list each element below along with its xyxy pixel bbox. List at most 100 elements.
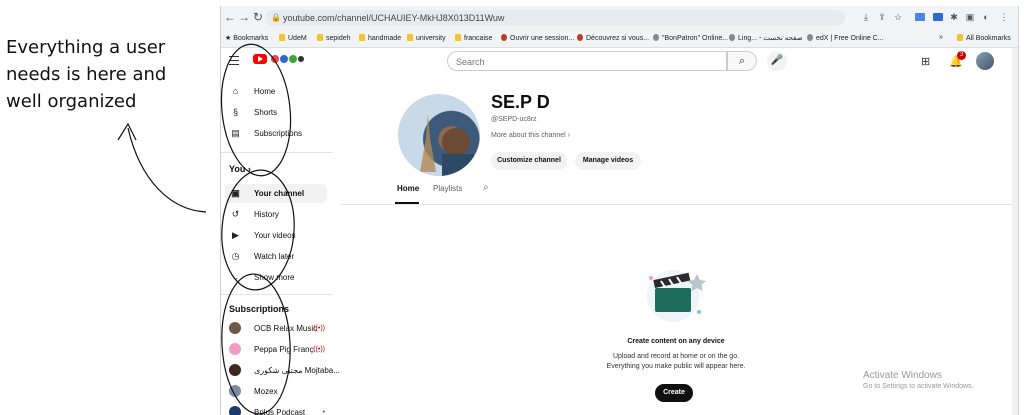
more-about-channel-link[interactable]: More about this channel › (491, 132, 570, 139)
puzzle-icon[interactable]: ✱ (949, 11, 959, 23)
search-icon: ⌕ (738, 55, 746, 67)
doodle-icon[interactable] (269, 53, 307, 65)
menu-dots-icon[interactable]: ⋮ (999, 11, 1009, 23)
star-icon[interactable]: ☆ (893, 11, 903, 23)
new-content-dot-icon: • (322, 409, 325, 415)
home-icon: ⌂ (232, 86, 239, 96)
shorts-icon: § (232, 107, 238, 117)
sidebar-item-watch-later[interactable]: ◷ Watch later (225, 247, 327, 266)
browser-toolbar: ← → ↻ 🔒 youtube.com/channel/UCHAUIEY-MkH… (221, 6, 1018, 30)
subscription-item[interactable]: Mozex (225, 382, 327, 401)
activate-windows-watermark: Activate Windows Go to Settings to activ… (863, 370, 974, 390)
bookmark-item[interactable]: francaise (455, 34, 492, 42)
maple-leaf-icon (577, 34, 583, 41)
avatar (229, 343, 241, 355)
sidebar-item-your-videos[interactable]: ▶ Your videos (225, 226, 327, 245)
tab-playlists[interactable]: Playlists (433, 184, 462, 193)
bookmark-label: All Bookmarks (966, 35, 1011, 42)
bookmark-item[interactable]: "BonPatron" Online... (653, 34, 728, 42)
subscription-item[interactable]: مجتبی شکوری Mojtaba... (225, 361, 340, 380)
reload-icon[interactable]: ↻ (251, 10, 265, 24)
bookmark-label: handmade (368, 35, 402, 42)
bookmark-item[interactable]: sepideh (317, 34, 351, 42)
lock-icon: 🔒 (271, 13, 281, 22)
extension-icon[interactable] (915, 13, 925, 21)
download-icon[interactable]: ⤓ (861, 11, 871, 23)
bookmark-item[interactable]: Ling... - صفحه نخست (729, 34, 803, 42)
sidebar-item-label: Show more (254, 273, 295, 282)
search-icon[interactable]: ⌕ (483, 182, 489, 193)
hamburger-menu-icon[interactable] (229, 56, 239, 68)
sidebar-item-label: Your channel (254, 189, 305, 198)
address-bar[interactable]: 🔒 youtube.com/channel/UCHAUIEY-MkHJ8X013… (265, 10, 845, 26)
create-video-icon[interactable]: ⊞ (921, 55, 930, 68)
avatar (229, 322, 241, 334)
channel-avatar[interactable] (398, 94, 480, 176)
you-section-title[interactable]: You › (229, 164, 251, 174)
target-icon (653, 34, 659, 41)
bookmark-label: Ling... - صفحه نخست (738, 35, 803, 42)
history-icon: ↺ (231, 209, 240, 219)
subscription-item[interactable]: OCB Relax Music ((•)) (225, 319, 327, 338)
share-icon[interactable]: ⇪ (877, 11, 887, 23)
bookmark-label: sepideh (326, 35, 351, 42)
profile-icon[interactable]: ◐ (981, 11, 991, 23)
sidebar-item-label: History (254, 210, 279, 219)
back-icon[interactable]: ← (223, 10, 237, 24)
sidebar-item-home[interactable]: ⌂ Home (225, 82, 327, 101)
section-label: You (229, 164, 246, 174)
sidebar-item-label: Watch later (254, 252, 295, 261)
bookmark-label: Ouvrir une session... (510, 35, 575, 42)
extension-icon[interactable] (933, 13, 943, 21)
divider (341, 204, 1018, 205)
chevron-double-icon[interactable]: » (939, 34, 943, 41)
sidebar-item-subscriptions[interactable]: ▤ Subscriptions (225, 124, 327, 143)
bookmark-item[interactable]: Découvrez si vous... (577, 34, 649, 42)
link-label: More about this channel (491, 132, 566, 139)
folder-icon (407, 34, 413, 41)
bookmark-label: francaise (464, 35, 493, 42)
sidebar-item-your-channel[interactable]: ▣ Your channel (225, 184, 327, 203)
sidebar-item-label: Subscriptions (254, 129, 303, 138)
bookmark-item[interactable]: Ouvrir une session... (501, 34, 574, 42)
youtube-logo-icon[interactable] (253, 54, 267, 64)
bookmark-item[interactable]: UdeM (279, 34, 307, 42)
bookmark-label: edX | Free Online C... (816, 35, 884, 42)
bookmark-item[interactable]: ★ Bookmarks (225, 34, 268, 42)
bookmark-item[interactable]: university (407, 34, 446, 42)
chevron-right-icon: › (567, 132, 571, 139)
bookmark-label: Découvrez si vous... (586, 35, 650, 42)
watermark-title: Activate Windows (863, 370, 942, 381)
empty-state-description: Upload and record at home or on the go. … (551, 352, 801, 372)
channel-name: SE.P D (491, 92, 550, 112)
account-avatar[interactable] (976, 52, 994, 70)
create-button[interactable]: Create (655, 384, 693, 402)
sidebar-item-label: Your videos (254, 231, 296, 240)
customize-channel-button[interactable]: Customize channel (491, 152, 567, 170)
subscription-item[interactable]: Peppa Pig Franç... ((•)) (225, 340, 327, 359)
sidebar-item-history[interactable]: ↺ History (225, 205, 327, 224)
sidebar-item-shorts[interactable]: § Shorts (225, 103, 327, 122)
search-button[interactable]: ⌕ (727, 51, 757, 71)
sidebar-item-show-more[interactable]: ⌄ Show more (225, 268, 327, 287)
bookmark-item[interactable]: All Bookmarks (957, 34, 1011, 42)
watermark-subtitle: Go to Settings to activate Windows. (863, 383, 974, 390)
manage-videos-button[interactable]: Manage videos (575, 152, 641, 170)
bookmark-item[interactable]: edX | Free Online C... (807, 34, 884, 42)
address-url: youtube.com/channel/UCHAUIEY-MkHJ8X013D1… (283, 13, 505, 23)
sidepanel-icon[interactable]: ▣ (965, 11, 975, 23)
subscription-item[interactable]: Bplus Podcast • (225, 403, 327, 415)
folder-icon (455, 34, 461, 41)
bookmark-item[interactable]: handmade (359, 34, 401, 42)
forward-icon[interactable]: → (237, 10, 251, 24)
tab-home[interactable]: Home (397, 184, 419, 193)
bookmark-label: university (416, 35, 446, 42)
scrollbar[interactable] (1012, 48, 1018, 415)
microphone-icon[interactable]: 🎤 (767, 51, 787, 71)
folder-icon (359, 34, 365, 41)
annotation-text: Everything a user needs is here and well… (6, 34, 206, 115)
channel-icon: ▣ (231, 188, 240, 198)
youtube-header: Search ⌕ 🎤 ⊞ 🔔 3 (221, 48, 1018, 78)
bookmark-label: UdeM (288, 35, 307, 42)
search-input[interactable]: Search (447, 51, 727, 71)
